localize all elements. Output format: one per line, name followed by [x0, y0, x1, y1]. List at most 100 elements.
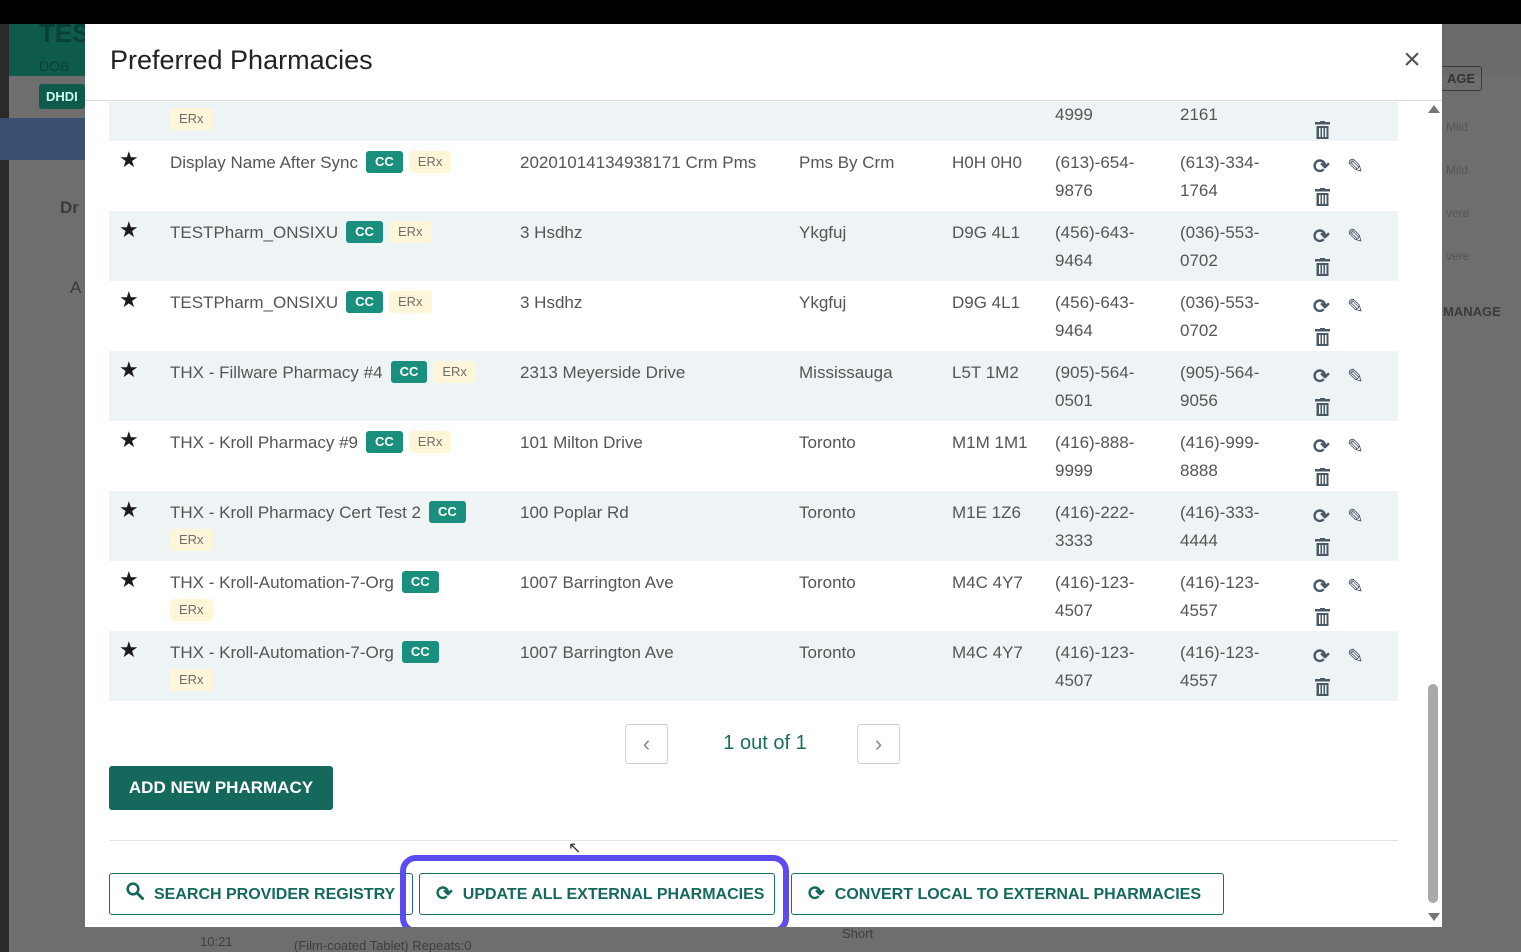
bg-badge-1: Mild	[1446, 120, 1469, 134]
pharmacy-name: TESTPharm_ONSIXU	[170, 293, 339, 312]
erx-badge: ERx	[170, 599, 213, 621]
refresh-icon[interactable]: ⟳	[1313, 437, 1330, 457]
city-cell: Toronto	[799, 573, 856, 592]
trash-icon[interactable]	[1315, 678, 1330, 696]
bg-tag: DHDI	[39, 84, 85, 109]
table-row: ★ THX - Kroll-Automation-7-Org CC ERx 1007 B…	[109, 631, 1398, 701]
star-icon[interactable]: ★	[119, 426, 139, 454]
pharmacy-name: THX - Kroll Pharmacy #9	[170, 433, 358, 452]
trash-icon[interactable]	[1315, 608, 1330, 626]
phone-cell: (416)-888- 9999	[1055, 429, 1155, 485]
scroll-down-arrow[interactable]	[1428, 913, 1440, 921]
trash-icon[interactable]	[1315, 398, 1330, 416]
phone-line-2: 0501	[1055, 391, 1093, 410]
fax-line-1: (416)-123-	[1180, 573, 1260, 592]
convert-local-to-external-button[interactable]: ⟳ CONVERT LOCAL TO EXTERNAL PHARMACIES	[791, 873, 1224, 915]
address-cell: 3 Hsdhz	[520, 293, 583, 312]
pencil-icon[interactable]: ✎	[1347, 297, 1364, 317]
add-new-pharmacy-button[interactable]: ADD NEW PHARMACY	[109, 766, 333, 810]
refresh-icon[interactable]: ⟳	[1313, 227, 1330, 247]
star-icon[interactable]: ★	[119, 496, 139, 524]
refresh-icon[interactable]: ⟳	[1313, 157, 1330, 177]
footer-divider	[109, 840, 1398, 841]
search-provider-registry-label: SEARCH PROVIDER REGISTRY	[154, 886, 396, 903]
scroll-thumb[interactable]	[1428, 684, 1438, 903]
fax-line-2: 0702	[1180, 321, 1218, 340]
address-cell: 20201014134938171 Crm Pms	[520, 153, 757, 172]
pencil-icon[interactable]: ✎	[1347, 647, 1364, 667]
bg-side-tab: Dr	[60, 198, 79, 217]
pencil-icon[interactable]: ✎	[1347, 577, 1364, 597]
phone-line-1: (456)-643-	[1055, 223, 1135, 242]
pharmacy-name-cell: ERx	[170, 106, 500, 134]
pencil-icon[interactable]: ✎	[1347, 367, 1364, 387]
refresh-icon[interactable]: ⟳	[1313, 507, 1330, 527]
trash-icon[interactable]	[1315, 468, 1330, 486]
table-row: ★ Display Name After Sync CC ERx 20201014134…	[109, 141, 1398, 211]
star-icon[interactable]: ★	[119, 636, 139, 664]
update-all-external-pharmacies-button[interactable]: ⟳ UPDATE ALL EXTERNAL PHARMACIES	[419, 873, 775, 915]
fax-line-2: 4557	[1180, 601, 1218, 620]
pencil-icon[interactable]: ✎	[1347, 157, 1364, 177]
pharmacy-name: THX - Kroll Pharmacy Cert Test 2	[170, 503, 421, 522]
refresh-icon[interactable]: ⟳	[1313, 367, 1330, 387]
pencil-icon[interactable]: ✎	[1347, 437, 1364, 457]
star-icon[interactable]: ★	[119, 146, 139, 174]
star-icon[interactable]: ★	[119, 286, 139, 314]
star-icon[interactable]: ★	[119, 356, 139, 384]
phone-line-2: 4507	[1055, 601, 1093, 620]
erx-badge: ERx	[388, 291, 432, 313]
modal-scrollbar[interactable]	[1425, 102, 1442, 927]
phone-line-1: (905)-564-	[1055, 363, 1135, 382]
phone-cell: 4999	[1055, 105, 1093, 124]
fax-cell: (905)-564- 9056	[1180, 359, 1280, 415]
postal-code-cell: D9G 4L1	[952, 223, 1021, 242]
fax-cell: (416)-999- 8888	[1180, 429, 1280, 485]
refresh-icon[interactable]: ⟳	[1313, 647, 1330, 667]
city-cell: Mississauga	[799, 363, 893, 382]
erx-badge: ERx	[170, 669, 213, 691]
address-cell: 1007 Barrington Ave	[520, 573, 674, 592]
pencil-icon[interactable]: ✎	[1347, 507, 1364, 527]
refresh-icon[interactable]: ⟳	[1313, 577, 1330, 597]
row-actions: ⟳ ✎	[1307, 637, 1387, 701]
erx-badge: ERx	[408, 431, 452, 453]
scroll-up-arrow[interactable]	[1428, 105, 1440, 113]
prev-page-button[interactable]: ‹	[625, 724, 668, 764]
pharmacy-table: ERx 4999 2161 ★ Display Name After Sync CC…	[109, 102, 1398, 701]
trash-icon[interactable]	[1315, 538, 1330, 556]
fax-line-1: (036)-553-	[1180, 223, 1260, 242]
trash-icon[interactable]	[1315, 188, 1330, 206]
fax-cell: 2161	[1180, 105, 1218, 124]
search-provider-registry-button[interactable]: SEARCH PROVIDER REGISTRY	[109, 873, 413, 915]
row-actions	[1307, 102, 1387, 144]
bg-dob: DOB	[39, 58, 70, 74]
phone-line-1: (416)-222-	[1055, 503, 1135, 522]
phone-line-1: (613)-654-	[1055, 153, 1135, 172]
pencil-icon[interactable]: ✎	[1347, 227, 1364, 247]
phone-line-1: (416)-123-	[1055, 573, 1135, 592]
refresh-icon[interactable]: ⟳	[1313, 297, 1330, 317]
pharmacy-name: TESTPharm_ONSIXU	[170, 223, 339, 242]
fax-line-2: 4557	[1180, 671, 1218, 690]
city-cell: Toronto	[799, 503, 856, 522]
fax-line-1: (036)-553-	[1180, 293, 1260, 312]
next-page-button[interactable]: ›	[857, 724, 900, 764]
phone-line-2: 9999	[1055, 461, 1093, 480]
row-actions: ⟳ ✎	[1307, 497, 1387, 561]
trash-icon[interactable]	[1315, 258, 1330, 276]
star-icon[interactable]: ★	[119, 216, 139, 244]
pharmacy-name-cell: THX - Kroll-Automation-7-Org CC ERx	[170, 569, 500, 625]
convert-local-to-external-label: CONVERT LOCAL TO EXTERNAL PHARMACIES	[834, 886, 1202, 903]
fax-line-1: (905)-564-	[1180, 363, 1260, 382]
trash-icon[interactable]	[1315, 328, 1330, 346]
close-icon[interactable]: ×	[1398, 45, 1426, 75]
row-actions: ⟳ ✎	[1307, 567, 1387, 631]
erx-badge: ERx	[170, 529, 213, 551]
phone-line-1: (416)-123-	[1055, 643, 1135, 662]
bg-badge-2: Mild	[1446, 163, 1469, 177]
table-row: ★ THX - Fillware Pharmacy #4 CC ERx 2313 Mey…	[109, 351, 1398, 421]
pharmacy-name-cell: THX - Fillware Pharmacy #4 CC ERx	[170, 359, 500, 387]
trash-icon[interactable]	[1315, 121, 1330, 139]
star-icon[interactable]: ★	[119, 566, 139, 594]
